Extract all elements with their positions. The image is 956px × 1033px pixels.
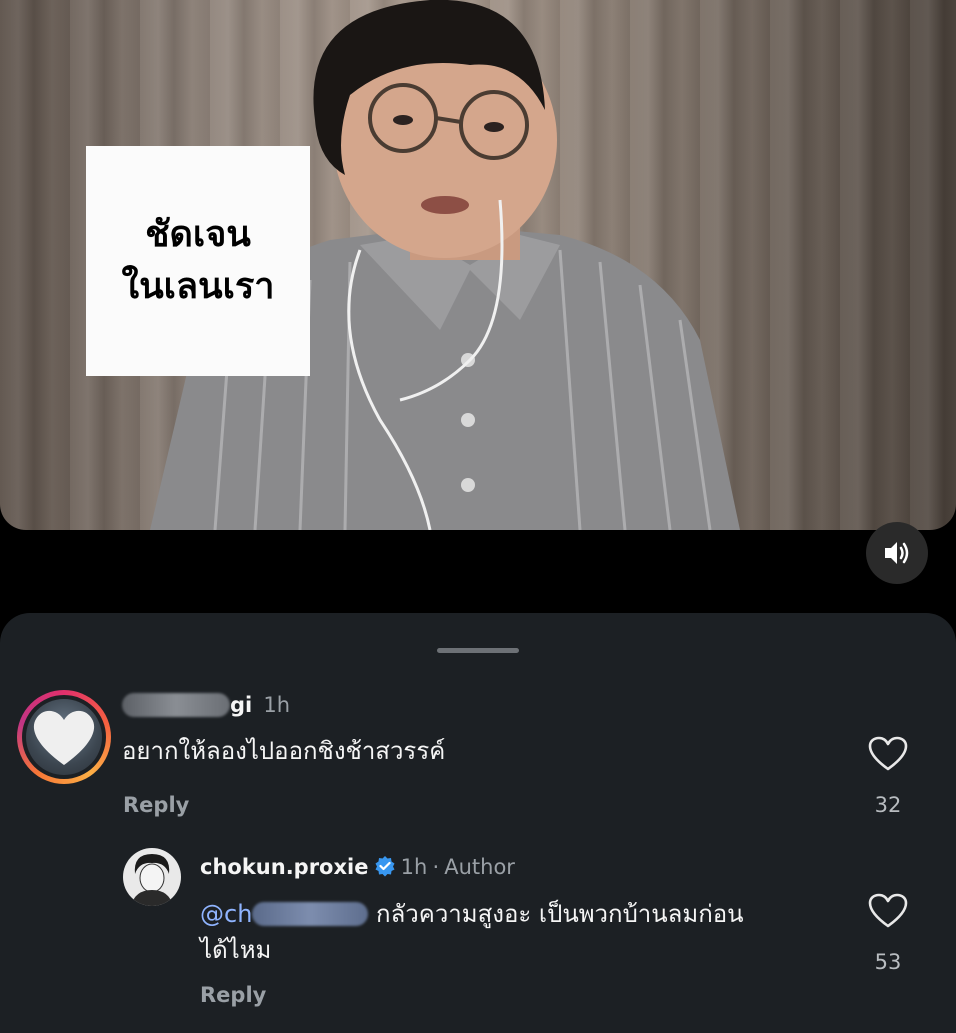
author-avatar[interactable]	[123, 848, 181, 906]
reply-header: chokun.proxie 1h · Author	[200, 855, 515, 879]
meta-separator: ·	[432, 855, 440, 879]
comment-like-count: 32	[874, 793, 902, 817]
manga-avatar-icon	[131, 854, 173, 906]
reply-time: 1h	[400, 855, 428, 879]
heart-avatar-icon	[33, 710, 95, 765]
overlay-line-2: ในเลนเรา	[121, 266, 275, 307]
sheet-grabber[interactable]	[437, 648, 519, 653]
mention-prefix: @ch	[200, 900, 253, 928]
video-player[interactable]: ชัดเจน ในเลนเรา	[0, 0, 956, 530]
comment-reply-button[interactable]: Reply	[123, 793, 189, 817]
reply-like-count: 53	[874, 950, 902, 974]
heart-icon	[868, 736, 908, 771]
comment-time: 1h	[263, 693, 290, 717]
reply-reply-button[interactable]: Reply	[200, 983, 266, 1007]
comment-username[interactable]: gi	[230, 693, 252, 717]
heart-icon	[868, 893, 908, 928]
comment-like-button[interactable]	[868, 736, 908, 776]
comments-sheet: gi 1h อยากให้ลองไปออกชิงช้าสวรรค์ Reply …	[0, 613, 956, 1033]
reply-text: @ch กลัวความสูงอะ เป็นพวกบ้านลมก่อน ได้ไ…	[200, 896, 820, 968]
video-text-overlay: ชัดเจน ในเลนเรา	[86, 146, 310, 376]
redacted-username	[122, 693, 230, 717]
comment-header: gi 1h	[122, 693, 290, 717]
comment-text: อยากให้ลองไปออกชิงช้าสวรรค์	[122, 737, 446, 765]
reply-like-button[interactable]	[868, 893, 908, 933]
reply-mention[interactable]: @ch	[200, 900, 369, 928]
verified-badge-icon	[375, 856, 395, 877]
reply-text-line-2: ได้ไหม	[200, 936, 272, 964]
commenter-avatar[interactable]	[17, 690, 111, 784]
speaker-icon	[885, 542, 909, 564]
author-badge: Author	[444, 855, 515, 879]
redacted-mention	[252, 902, 369, 926]
reply-text-line-1: กลัวความสูงอะ เป็นพวกบ้านลมก่อน	[376, 900, 744, 928]
overlay-line-1: ชัดเจน	[145, 214, 251, 255]
reply-username[interactable]: chokun.proxie	[200, 855, 368, 879]
mute-toggle-button[interactable]	[866, 522, 928, 584]
